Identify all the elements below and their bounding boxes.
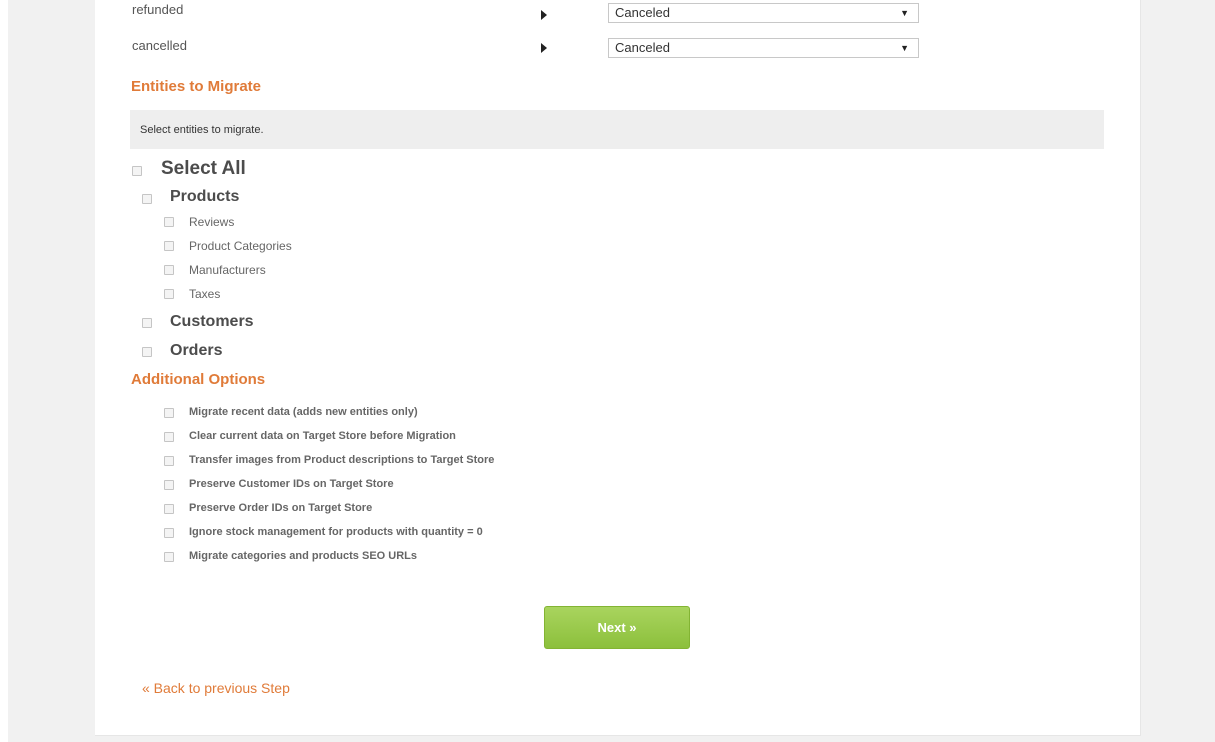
option-label: Ignore stock management for products wit… <box>189 526 483 538</box>
product-categories-label: Product Categories <box>189 239 292 253</box>
additional-section-title: Additional Options <box>131 371 266 388</box>
orders-label: Orders <box>170 342 223 359</box>
caret-down-icon: ▼ <box>900 43 909 53</box>
migration-panel: refunded Canceled ▼ cancelled Canceled ▼… <box>95 0 1141 736</box>
option-label: Preserve Customer IDs on Target Store <box>189 478 394 490</box>
customers-checkbox[interactable] <box>142 318 152 328</box>
option-label: Transfer images from Product description… <box>189 454 495 466</box>
entities-hint: Select entities to migrate. <box>130 110 1104 149</box>
caret-down-icon: ▼ <box>900 8 909 18</box>
select-value: Canceled <box>615 5 670 20</box>
option-label: Preserve Order IDs on Target Store <box>189 502 373 514</box>
option-checkbox[interactable] <box>164 504 174 514</box>
products-label: Products <box>170 188 240 205</box>
arrow-right-icon <box>541 10 547 20</box>
option-checkbox[interactable] <box>164 552 174 562</box>
taxes-label: Taxes <box>189 287 221 301</box>
option-checkbox[interactable] <box>164 480 174 490</box>
manufacturers-label: Manufacturers <box>189 263 266 277</box>
status-target-select[interactable]: Canceled ▼ <box>608 3 919 23</box>
select-all-label: Select All <box>161 158 246 179</box>
product-categories-checkbox[interactable] <box>164 241 174 251</box>
entities-section-title: Entities to Migrate <box>131 78 262 95</box>
products-checkbox[interactable] <box>142 194 152 204</box>
arrow-right-icon <box>541 43 547 53</box>
option-label: Migrate recent data (adds new entities o… <box>189 406 418 418</box>
taxes-checkbox[interactable] <box>164 289 174 299</box>
option-checkbox[interactable] <box>164 408 174 418</box>
orders-checkbox[interactable] <box>142 347 152 357</box>
next-button[interactable]: Next » <box>544 606 690 649</box>
option-checkbox[interactable] <box>164 528 174 538</box>
reviews-label: Reviews <box>189 215 235 229</box>
option-checkbox[interactable] <box>164 432 174 442</box>
status-target-select[interactable]: Canceled ▼ <box>608 38 919 58</box>
option-checkbox[interactable] <box>164 456 174 466</box>
reviews-checkbox[interactable] <box>164 217 174 227</box>
status-source-label: cancelled <box>132 38 187 53</box>
customers-label: Customers <box>170 313 254 330</box>
manufacturers-checkbox[interactable] <box>164 265 174 275</box>
back-to-previous-step-link[interactable]: « Back to previous Step <box>142 680 290 696</box>
select-all-checkbox[interactable] <box>132 166 142 176</box>
option-label: Migrate categories and products SEO URLs <box>189 550 417 562</box>
left-strip <box>0 0 8 742</box>
select-value: Canceled <box>615 40 670 55</box>
status-source-label: refunded <box>132 2 184 17</box>
option-label: Clear current data on Target Store befor… <box>189 430 456 442</box>
